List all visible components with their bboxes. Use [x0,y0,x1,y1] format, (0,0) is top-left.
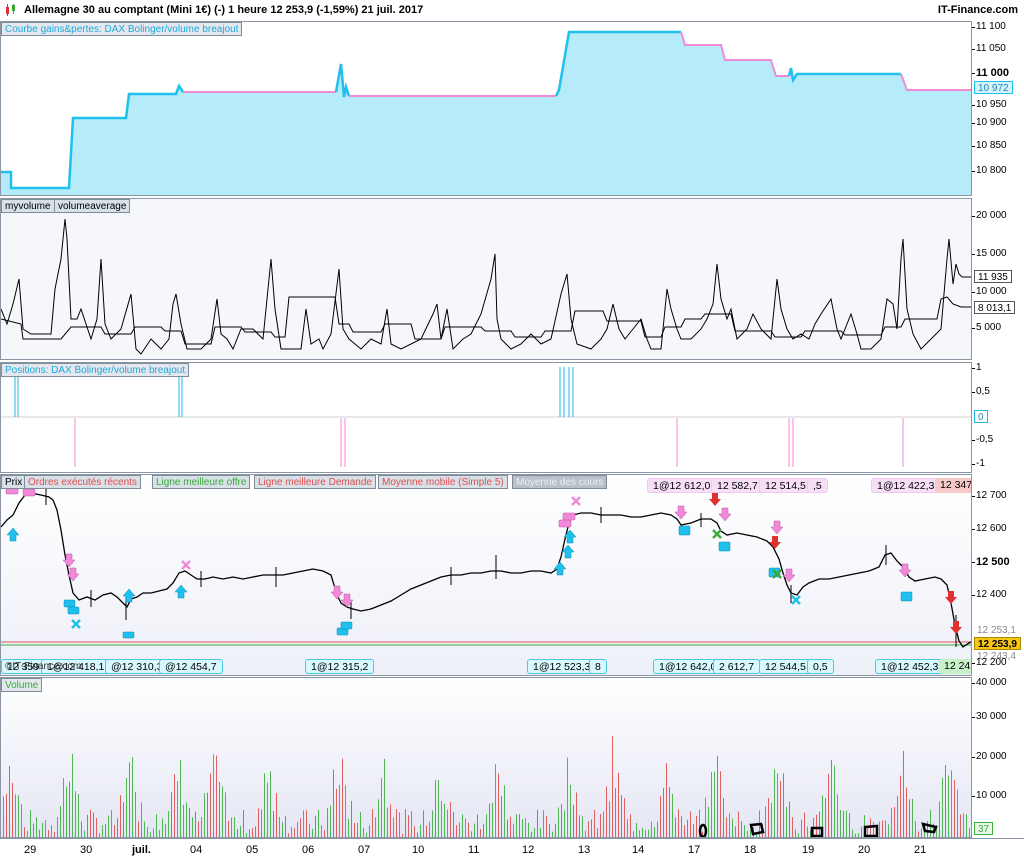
date-label: 19 [802,844,815,856]
buy-order-label[interactable]: 0,5 [807,659,834,674]
equity-tick: 10 900 [972,117,1007,128]
date-label: 04 [190,844,203,856]
volume-indicator-panel[interactable]: myvolume volumeaverage [0,198,972,360]
myvolume-value-tag: 11 935 [974,270,1012,283]
date-label: 21 [914,844,927,856]
equity-curve-panel[interactable]: Courbe gains&pertes: DAX Bolinger/volume… [0,21,972,196]
best-offer-legend[interactable]: Ligne meilleure offre [152,475,251,489]
date-label: 20 [858,844,871,856]
price-tick: 12 600 [972,523,1007,534]
positions-tick: 1 [972,362,982,373]
date-label: 17 [688,844,701,856]
date-label: 11 [468,844,480,856]
positions-tick: -0,5 [971,434,994,445]
volume-indicator-tick: 15 000 [972,248,1007,259]
sell-order-label[interactable]: 12 347 [935,478,971,493]
equity-tick: 11 050 [972,43,1006,54]
date-label: 14 [632,844,645,856]
positions-tick: -1 [972,458,985,469]
volumeaverage-value-tag: 8 013,1 [974,301,1016,314]
volume-tick: 30 000 [972,711,1007,722]
equity-value-tag: 10 972 [974,81,1013,94]
best-bid-legend[interactable]: Ligne meilleure Demande [254,475,376,489]
price-y-axis: 12 700 12 600 12 500 12 400 12 253,1 12 … [972,474,1024,676]
myvolume-legend[interactable]: myvolume [1,199,55,213]
positions-legend[interactable]: Positions: DAX Bolinger/volume breajout [1,363,190,377]
average-price-legend[interactable]: Moyenne des cours [512,475,608,489]
price-tick: 12 700 [972,490,1007,501]
positions-tick: 0,5 [972,386,990,397]
current-price-tag: 12 253,9 [974,637,1021,650]
sell-order-label[interactable]: 12 582,7 [711,478,764,493]
positions-y-axis: 1 0,5 0 -0,5 -1 [971,362,1024,473]
buy-order-label[interactable]: 1@12 452,3 [875,659,945,674]
date-label: 30 [80,844,93,856]
moving-average-legend[interactable]: Moyenne mobile (Simple 5) [378,475,508,489]
equity-tick: 10 800 [972,165,1007,176]
volume-panel[interactable]: Volume [0,677,972,838]
price-tick: 12 500 [972,556,1010,568]
date-label: 10 [412,844,425,856]
equity-tick: 10 950 [972,99,1007,110]
sell-order-label[interactable]: 12 514,5 [759,478,812,493]
date-label: 18 [744,844,757,856]
price-legend[interactable]: Prix [1,475,27,489]
volume-tick: 40 000 [972,677,1007,688]
date-label: 07 [358,844,371,856]
price-tick: 12 200 [972,657,1007,668]
date-label: juil. [132,844,151,856]
date-label: 12 [522,844,535,856]
volume-indicator-tick: 10 000 [972,286,1007,297]
price-tick: 12 400 [972,589,1007,600]
myvolume-line [1,218,971,355]
brand-label: IT-Finance.com [937,4,1018,16]
equity-tick: 11 000 [971,67,1010,79]
volume-indicator-tick: 5 000 [971,322,1002,333]
equity-legend[interactable]: Courbe gains&pertes: DAX Bolinger/volume… [1,22,243,36]
buy-order-label[interactable]: 12 544,5 [759,659,812,674]
sell-order-label[interactable]: ,5 [807,478,828,493]
date-label: 06 [302,844,315,856]
volume-tick: 10 000 [972,790,1007,801]
x-axis: 29 30 juil. 04 05 06 07 10 11 12 13 14 1… [0,838,972,861]
equity-y-axis: 11 100 11 050 11 000 10 972 10 950 10 90… [971,21,1024,196]
watermark: ©IT-Finance.com [5,661,82,672]
buy-order-label[interactable]: 12 242 [939,659,971,674]
price-tag-3: 12 253,1 [974,624,1019,637]
volume-indicator-tick: 20 000 [972,210,1007,221]
buy-order-label[interactable]: 1@12 523,3 [527,659,597,674]
volumeaverage-legend[interactable]: volumeaverage [54,199,131,213]
chart-title: Allemagne 30 au comptant (Mini 1€) (-) 1… [24,4,424,16]
date-label: 05 [246,844,259,856]
sell-order-label[interactable]: 1@12 422,3 [871,478,941,493]
volume-value-tag: 37 [974,822,994,835]
axis-corner [972,838,1024,861]
buy-order-label[interactable]: 1@12 642,0 [653,659,723,674]
volume-tick: 20 000 [972,751,1007,762]
buy-order-label[interactable]: 8 [589,659,607,674]
equity-tick: 10 850 [972,140,1007,151]
positions-chart [1,367,971,467]
positions-zero-tag: 0 [974,410,988,423]
buy-order-label[interactable]: 2 612,7 [713,659,761,674]
positions-panel[interactable]: Positions: DAX Bolinger/volume breajout [0,362,972,473]
title-bar: Allemagne 30 au comptant (Mini 1€) (-) 1… [0,0,1024,22]
volume-legend[interactable]: Volume [1,678,43,692]
handwritten-annotations [698,822,938,837]
buy-order-label[interactable]: 1@12 315,2 [305,659,375,674]
executed-orders-legend[interactable]: Ordres exécutés récents [24,475,141,489]
equity-tick: 11 100 [972,21,1006,32]
price-chart [1,486,971,648]
price-panel[interactable]: Prix Ordres exécutés récents Ligne meill… [0,474,972,676]
buy-order-label[interactable]: @12 454,7 [159,659,223,674]
equity-curve [1,30,971,195]
sell-order-label[interactable]: 1@12 612,0 [647,478,717,493]
candlestick-icon [6,4,15,16]
date-label: 13 [578,844,591,856]
date-label: 29 [24,844,37,856]
volume-y-axis: 40 000 30 000 20 000 10 000 37 [972,677,1024,838]
volume-indicator-y-axis: 20 000 15 000 11 935 10 000 8 013,1 5 00… [971,198,1024,360]
